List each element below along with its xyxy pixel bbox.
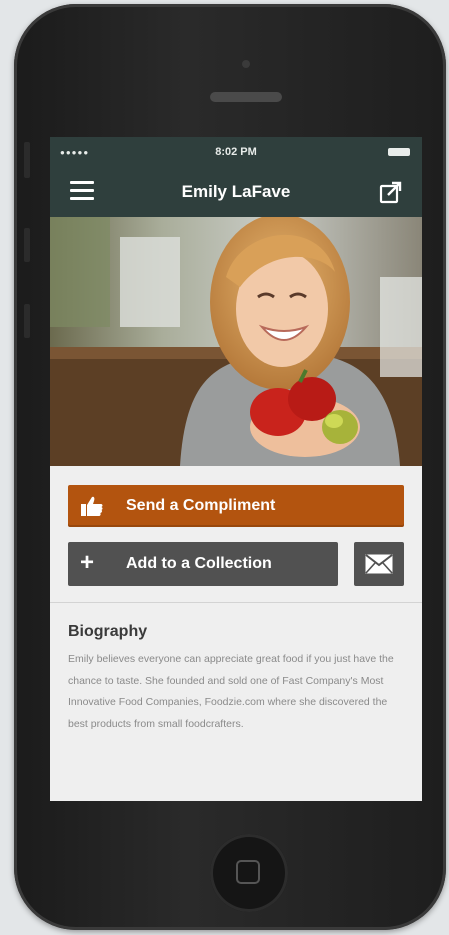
nav-bar: Emily LaFave — [50, 167, 422, 217]
menu-icon[interactable] — [70, 181, 94, 201]
add-to-collection-label: Add to a Collection — [126, 555, 272, 572]
home-square-icon — [236, 860, 260, 884]
mail-button[interactable] — [354, 542, 404, 586]
biography-section: Biography Emily believes everyone can ap… — [50, 603, 422, 735]
front-camera — [242, 60, 250, 68]
share-icon[interactable] — [378, 179, 404, 205]
page-title: Emily LaFave — [181, 182, 291, 201]
add-to-collection-button[interactable]: + Add to a Collection — [68, 542, 338, 586]
status-time: 8:02 PM — [215, 146, 257, 158]
silent-switch — [24, 142, 30, 178]
biography-text: Emily believes everyone can appreciate g… — [68, 653, 394, 730]
biography-heading: Biography — [68, 623, 148, 640]
app-screen: ●●●●● 8:02 PM Emily LaFave Send a Compli… — [50, 137, 422, 801]
send-compliment-label: Send a Compliment — [126, 497, 276, 514]
earpiece-speaker — [210, 92, 282, 102]
thumbs-up-icon — [81, 496, 103, 516]
profile-photo-image — [50, 217, 422, 466]
profile-photo — [50, 217, 422, 466]
send-compliment-button[interactable]: Send a Compliment — [68, 485, 404, 527]
plus-icon: + — [80, 549, 95, 576]
mail-icon — [365, 554, 393, 574]
battery-icon — [388, 148, 410, 156]
volume-down-button — [24, 304, 30, 338]
volume-up-button — [24, 228, 30, 262]
status-bar: ●●●●● 8:02 PM — [50, 137, 422, 167]
